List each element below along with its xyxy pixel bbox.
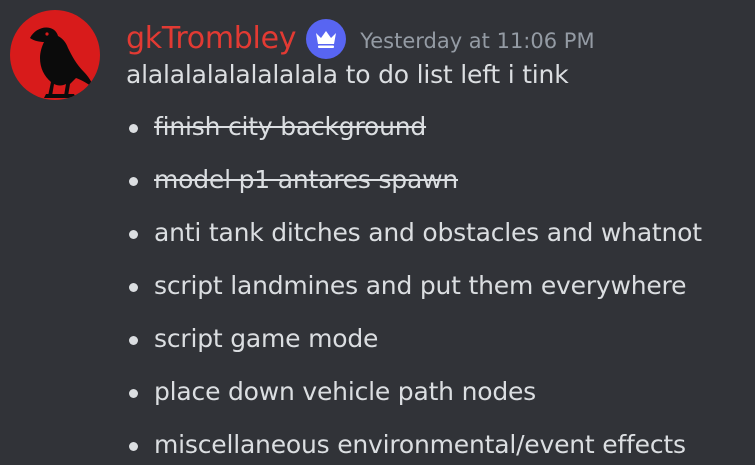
list-item-text: miscellaneous environmental/event effect… — [154, 430, 686, 459]
message-header: gkTrombley Yesterday at 11:06 PM — [126, 14, 595, 62]
timestamp[interactable]: Yesterday at 11:06 PM — [360, 29, 594, 53]
list-item: miscellaneous environmental/event effect… — [126, 418, 702, 465]
list-item: model p1 antares spawn — [126, 153, 702, 206]
list-item-text: script game mode — [154, 324, 379, 353]
raven-icon — [30, 27, 94, 98]
todo-list: finish city background model p1 antares s… — [126, 100, 702, 465]
message-text: alalalalalalalalala to do list left i ti… — [126, 60, 569, 89]
username[interactable]: gkTrombley — [126, 21, 296, 56]
list-item-text: model p1 antares spawn — [154, 165, 458, 194]
list-item: anti tank ditches and obstacles and what… — [126, 206, 702, 259]
list-item-text: anti tank ditches and obstacles and what… — [154, 218, 702, 247]
list-item-text: script landmines and put them everywhere — [154, 271, 687, 300]
list-item: place down vehicle path nodes — [126, 365, 702, 418]
list-item: finish city background — [126, 100, 702, 153]
avatar[interactable] — [10, 10, 100, 100]
crown-icon — [316, 31, 337, 48]
badge[interactable] — [306, 19, 347, 59]
list-item: script landmines and put them everywhere — [126, 259, 702, 312]
list-item-text: finish city background — [154, 112, 427, 141]
list-item-text: place down vehicle path nodes — [154, 377, 536, 406]
list-item: script game mode — [126, 312, 702, 365]
